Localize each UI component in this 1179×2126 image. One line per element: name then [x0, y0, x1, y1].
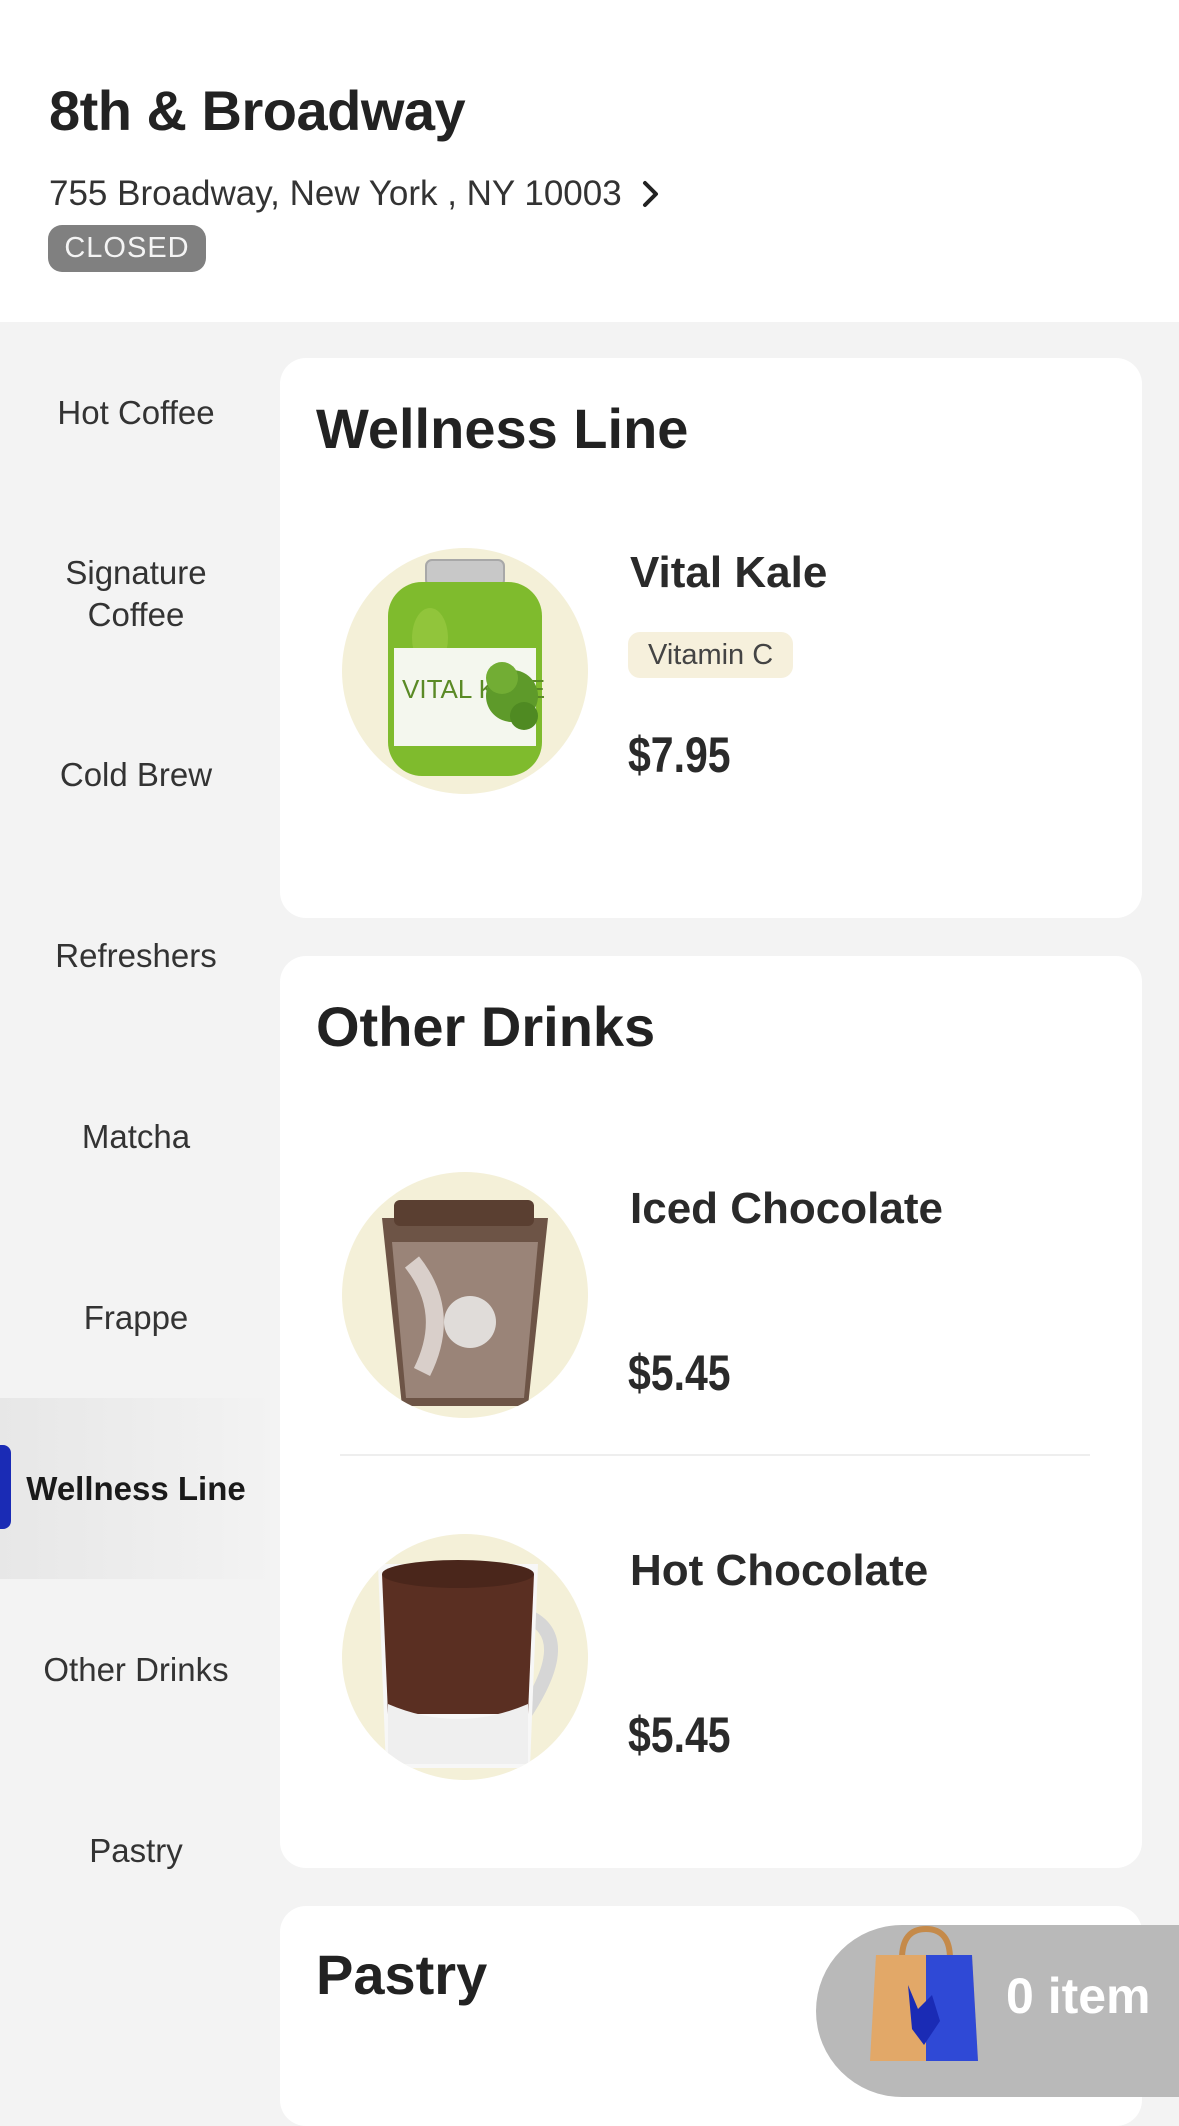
- sidebar-item-label: Cold Brew: [59, 755, 213, 793]
- product-tag: Vitamin C: [628, 632, 794, 678]
- store-name: 8th & Broadway: [49, 79, 466, 142]
- sidebar-item-label: Frappe: [83, 1298, 189, 1336]
- shopping-bag-icon: [868, 1925, 980, 2065]
- sidebar-item-label: Matcha: [81, 1117, 191, 1155]
- store-header: 8th & Broadway 755 Broadway, New York , …: [0, 0, 1179, 322]
- product-price: $5.45: [628, 1345, 731, 1401]
- status-badge: CLOSED: [48, 225, 206, 272]
- product-name: Hot Chocolate: [630, 1546, 929, 1595]
- section-card-other-drinks: Other Drinks Iced Chocolate $5.45 Hot Ch…: [280, 956, 1142, 1868]
- product-name: Iced Chocolate: [630, 1184, 943, 1233]
- section-card-wellness-line: Wellness Line VITAL KALE Vital Kale Vita…: [280, 358, 1142, 918]
- sidebar-item-refreshers[interactable]: Refreshers: [0, 865, 272, 1046]
- sidebar-item-signature-coffee[interactable]: Signature Coffee: [0, 503, 272, 684]
- product-item[interactable]: Iced Chocolate $5.45: [280, 1172, 1142, 1472]
- sidebar-item-frappe[interactable]: Frappe: [0, 1227, 272, 1408]
- product-image-iced-chocolate: [342, 1172, 588, 1418]
- store-address: 755 Broadway, New York , NY 10003: [49, 174, 622, 213]
- product-item[interactable]: Hot Chocolate $5.45: [280, 1534, 1142, 1834]
- cart-button[interactable]: 0 item: [816, 1925, 1179, 2097]
- chevron-right-icon: [642, 179, 664, 209]
- sidebar-item-matcha[interactable]: Matcha: [0, 1046, 272, 1227]
- store-address-link[interactable]: 755 Broadway, New York , NY 10003: [49, 174, 664, 214]
- product-image-hot-chocolate: [342, 1534, 588, 1780]
- product-item[interactable]: VITAL KALE Vital Kale Vitamin C $7.95: [280, 548, 1142, 848]
- product-price: $7.95: [628, 727, 731, 783]
- section-title: Wellness Line: [316, 397, 689, 460]
- divider: [340, 1454, 1090, 1456]
- category-sidebar: Hot Coffee Signature Coffee Cold Brew Re…: [0, 322, 272, 2097]
- product-image-vital-kale: VITAL KALE: [342, 548, 588, 794]
- sidebar-item-label: Pastry: [89, 1831, 183, 1869]
- sidebar-item-wellness-line[interactable]: Wellness Line: [0, 1398, 272, 1579]
- section-title: Pastry: [316, 1943, 488, 2006]
- active-category-indicator: [0, 1445, 11, 1529]
- sidebar-item-other-drinks[interactable]: Other Drinks: [0, 1579, 272, 1760]
- sidebar-item-label: Other Drinks: [43, 1650, 229, 1688]
- sidebar-item-label: Refreshers: [55, 936, 217, 974]
- sidebar-item-label: Signature Coffee: [65, 554, 207, 633]
- sidebar-item-pastry[interactable]: Pastry: [0, 1760, 272, 1941]
- sidebar-item-cold-brew[interactable]: Cold Brew: [0, 684, 272, 865]
- sidebar-item-label: Wellness Line: [26, 1469, 246, 1507]
- cart-item-count: 0 item: [1006, 1968, 1151, 2024]
- sidebar-item-hot-coffee[interactable]: Hot Coffee: [0, 322, 272, 503]
- product-price: $5.45: [628, 1707, 731, 1763]
- product-name: Vital Kale: [630, 548, 828, 597]
- section-title: Other Drinks: [316, 995, 656, 1058]
- sidebar-item-label: Hot Coffee: [57, 393, 215, 431]
